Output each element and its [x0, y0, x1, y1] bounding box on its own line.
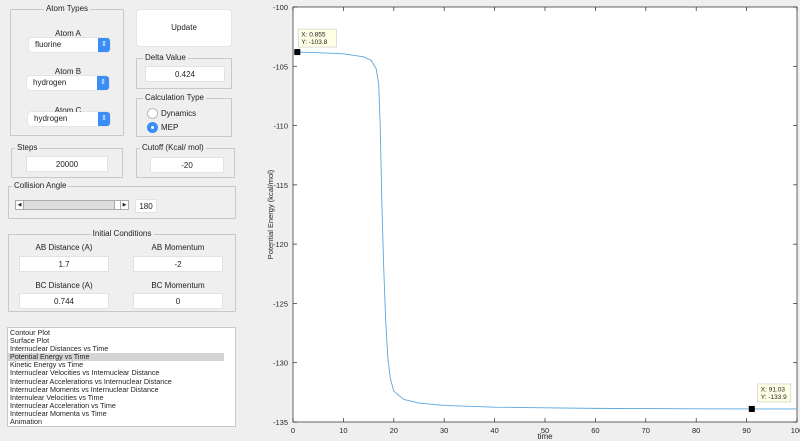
- dynamics-label: Dynamics: [161, 109, 197, 118]
- delta-group: Delta Value 0.424: [136, 53, 232, 89]
- steps-input[interactable]: 20000: [26, 156, 108, 172]
- atom-b-label: Atom B: [54, 67, 82, 76]
- plot-list-item[interactable]: Animation: [8, 417, 224, 426]
- x-axis-label: time: [537, 432, 553, 441]
- chevron-updown-icon: ⇕: [98, 38, 110, 52]
- chevron-updown-icon: ⇕: [98, 112, 110, 126]
- ab-distance-label: AB Distance (A): [35, 243, 93, 252]
- mep-radio[interactable]: [147, 122, 158, 133]
- plot-type-listbox[interactable]: Contour Plot Surface Plot Internuclear Dis…: [7, 327, 236, 427]
- calc-type-title: Calculation Type: [143, 93, 206, 102]
- delta-title: Delta Value: [143, 53, 188, 62]
- collision-group: Collision Angle ◀ ▶ 180: [8, 181, 236, 219]
- steps-title: Steps: [15, 143, 40, 152]
- y-tick-label: -100: [273, 3, 288, 12]
- x-tick-label: 20: [390, 426, 398, 435]
- delta-input[interactable]: 0.424: [145, 66, 225, 82]
- ab-momentum-input[interactable]: -2: [133, 256, 223, 272]
- x-tick-label: 40: [490, 426, 498, 435]
- x-tick-label: 90: [742, 426, 750, 435]
- atom-a-select[interactable]: fluorine ⇕: [29, 38, 110, 52]
- slider-right-arrow[interactable]: ▶: [120, 201, 128, 209]
- potential-energy-chart: 0102030405060708090100-100-105-110-115-1…: [266, 3, 800, 441]
- datatip-y: Y: -103.8: [301, 39, 327, 46]
- y-axis-label: Potential Energy (kcal/mol): [266, 169, 275, 259]
- collision-slider[interactable]: ◀ ▶: [15, 200, 129, 210]
- x-tick-label: 30: [440, 426, 448, 435]
- x-tick-label: 10: [339, 426, 347, 435]
- cutoff-title: Cutoff (Kcal/ mol): [140, 143, 206, 152]
- ab-distance-input[interactable]: 1.7: [19, 256, 109, 272]
- collision-title: Collision Angle: [12, 181, 69, 190]
- datatip-x: X: 0.855: [301, 32, 326, 39]
- bc-distance-input[interactable]: 0.744: [19, 293, 109, 309]
- dynamics-radio[interactable]: [147, 108, 158, 119]
- atom-types-title: Atom Types: [43, 4, 91, 13]
- y-tick-label: -105: [273, 62, 288, 71]
- mep-label: MEP: [161, 123, 179, 132]
- x-tick-label: 60: [591, 426, 599, 435]
- atom-b-value: hydrogen: [33, 78, 67, 87]
- x-tick-label: 0: [291, 426, 295, 435]
- x-tick-label: 80: [692, 426, 700, 435]
- bc-momentum-input[interactable]: 0: [133, 293, 223, 309]
- datatip-x: X: 91.03: [761, 386, 786, 393]
- slider-left-arrow[interactable]: ◀: [16, 201, 24, 209]
- y-tick-label: -110: [274, 122, 288, 131]
- update-button[interactable]: Update: [137, 10, 231, 46]
- x-tick-label: 70: [642, 426, 650, 435]
- atom-b-select[interactable]: hydrogen ⇕: [27, 76, 109, 90]
- atom-a-label: Atom A: [55, 29, 81, 38]
- y-tick-label: -135: [273, 418, 288, 427]
- atom-c-select[interactable]: hydrogen ⇕: [28, 112, 110, 126]
- y-tick-label: -130: [273, 359, 288, 368]
- y-tick-label: -125: [273, 299, 288, 308]
- chevron-updown-icon: ⇕: [97, 76, 109, 90]
- datatip-y: Y: -133.9: [761, 394, 787, 401]
- calc-type-group: Calculation Type Dynamics MEP: [136, 93, 232, 137]
- y-tick-label: -115: [274, 181, 288, 190]
- cutoff-group: Cutoff (Kcal/ mol) -20: [136, 143, 235, 178]
- ab-momentum-label: AB Momentum: [151, 243, 205, 252]
- datatip-marker: [294, 49, 301, 56]
- bc-distance-label: BC Distance (A): [35, 281, 93, 290]
- datatip-marker: [748, 405, 755, 412]
- bc-momentum-label: BC Momentum: [151, 281, 205, 290]
- cutoff-input[interactable]: -20: [150, 157, 224, 173]
- y-tick-label: -120: [273, 240, 288, 249]
- plot-area: [292, 6, 798, 423]
- atom-c-value: hydrogen: [34, 114, 68, 123]
- x-tick-label: 100: [791, 426, 800, 435]
- initial-title: Initial Conditions: [90, 229, 154, 238]
- collision-angle-input[interactable]: 180: [135, 199, 157, 213]
- atom-types-group: Atom Types Atom A fluorine ⇕ Atom B hydro…: [10, 4, 124, 136]
- atom-a-value: fluorine: [35, 40, 62, 49]
- initial-conditions-group: Initial Conditions AB Distance (A) 1.7 A…: [8, 229, 236, 312]
- steps-group: Steps 20000: [11, 143, 123, 178]
